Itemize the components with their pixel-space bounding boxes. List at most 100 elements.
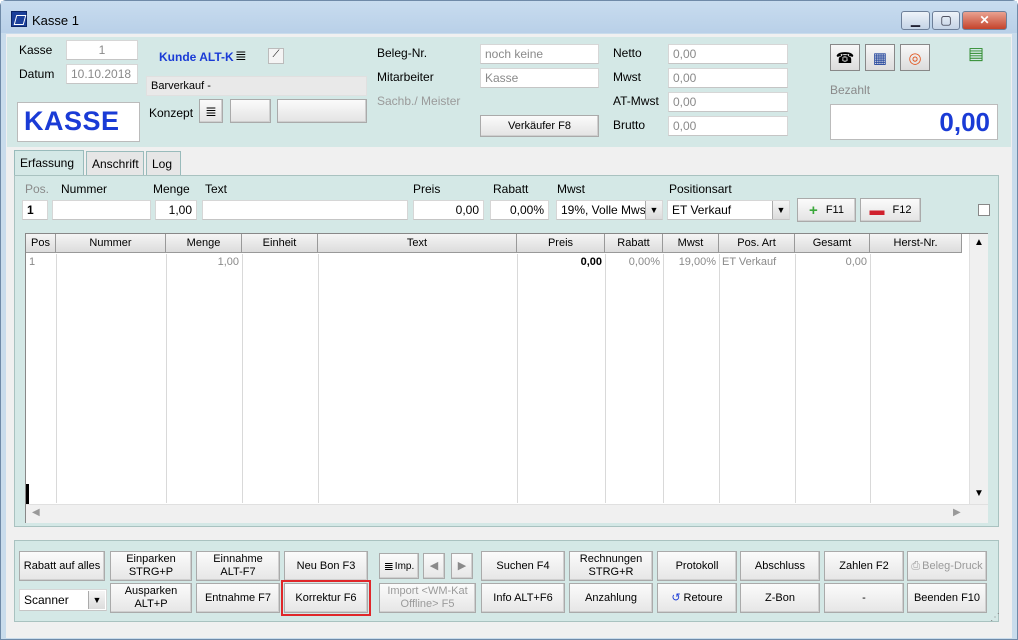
positionsart-dropdown-icon[interactable]: ▼ [772,201,789,219]
rabatt-field[interactable]: 0,00% [490,200,549,220]
konzept-list-icon[interactable]: ≣ [199,99,223,123]
col-header-herst[interactable]: Herst-Nr. [870,234,962,253]
info-button[interactable]: Info ALT+F6 [481,583,565,613]
col-header-menge[interactable]: Menge [166,234,242,253]
verkaeufer-button[interactable]: Verkäufer F8 [480,115,599,137]
tab-erfassung[interactable]: Erfassung [14,150,84,176]
einparken-line1: Einparken [126,553,176,565]
mwst-entry-label: Mwst [557,182,585,196]
einnahme-button[interactable]: Einnahme ALT-F7 [196,551,280,581]
protokoll-button[interactable]: Protokoll [657,551,737,581]
rabatt-alles-button[interactable]: Rabatt auf alles [19,551,105,581]
import-button[interactable]: Import <WM-Kat Offline> F5 [379,583,476,613]
scroll-down-icon[interactable]: ▼ [974,488,984,499]
col-header-nummer[interactable]: Nummer [56,234,166,253]
anzahlung-button[interactable]: Anzahlung [569,583,653,613]
mitarbeiter-field[interactable]: Kasse [480,68,599,88]
abschluss-button[interactable]: Abschluss [740,551,820,581]
mwst-dropdown-icon[interactable]: ▼ [645,201,662,219]
tab-log[interactable]: Log [146,151,181,176]
suchen-button[interactable]: Suchen F4 [481,551,565,581]
maximize-icon[interactable]: ▢ [932,11,960,30]
cell-mwst: 19,00% [678,256,716,268]
einparken-button[interactable]: Einparken STRG+P [110,551,192,581]
preis-field[interactable]: 0,00 [413,200,484,220]
vertical-scrollbar[interactable]: ▲ ▼ [969,234,988,504]
text-field[interactable] [202,200,408,220]
lifebuoy-icon[interactable]: ◎ [900,44,930,71]
imp-list-icon: ≣ [383,558,394,573]
neu-bon-button[interactable]: Neu Bon F3 [284,551,368,581]
checklist-icon[interactable]: ▤ [968,44,984,64]
menge-field[interactable]: 1,00 [155,200,197,220]
app-icon [11,11,27,27]
col-divider [719,254,720,503]
horizontal-scrollbar[interactable]: ◀ ▶ [26,504,988,523]
brutto-field: 0,00 [668,116,788,136]
pos-field[interactable]: 1 [22,200,48,220]
scroll-up-icon[interactable]: ▲ [974,237,984,248]
datum-field[interactable]: 10.10.2018 [66,64,138,84]
tab-anschrift[interactable]: Anschrift [86,151,144,176]
beenden-button[interactable]: Beenden F10 [907,583,987,613]
resize-grip-icon[interactable]: ⋰ [990,612,1000,623]
pos-label: Pos. [25,182,50,196]
empty-button[interactable]: - [824,583,904,613]
beleg-druck-button[interactable]: ⎙ Beleg-Druck [907,551,987,581]
scroll-right-icon[interactable]: ▶ [953,507,961,518]
col-header-text[interactable]: Text [318,234,517,253]
beleg-label: Beleg-Nr. [377,46,428,60]
kasse-big-title: KASSE [17,102,140,142]
korrektur-button[interactable]: Korrektur F6 [281,580,371,616]
import-line1: Import <WM-Kat [387,585,468,597]
calculator-icon[interactable]: ▦ [865,44,895,71]
undo-icon: ↺ [671,591,681,604]
scanner-dropdown-icon[interactable]: ▼ [88,591,105,609]
rechnungen-line1: Rechnungen [579,553,643,565]
atmwst-label: AT-Mwst [613,94,659,108]
zbon-button[interactable]: Z-Bon [740,583,820,613]
col-divider [242,254,243,503]
cell-gesamt: 0,00 [845,256,867,268]
col-header-posart[interactable]: Pos. Art [719,234,795,253]
einnahme-line1: Einnahme [213,553,263,565]
beleg-field[interactable]: noch keine [480,44,599,64]
kunde-name-field[interactable]: Barverkauf - [146,76,367,96]
col-divider [166,254,167,503]
col-header-pos[interactable]: Pos [26,234,56,253]
prev-arrow-icon[interactable]: ◀ [423,553,445,579]
col-header-einheit[interactable]: Einheit [242,234,318,253]
positions-table: Pos Nummer Menge Einheit Text Preis Raba… [25,233,988,523]
kunde-link[interactable]: Kunde ALT-K [159,50,234,64]
retoure-button[interactable]: ↺ Retoure [657,583,737,613]
phone-icon[interactable]: ☎ [830,44,860,71]
col-header-gesamt[interactable]: Gesamt [795,234,870,253]
col-header-preis[interactable]: Preis [517,234,605,253]
rechnungen-button[interactable]: Rechnungen STRG+R [569,551,653,581]
konzept-button-2[interactable] [277,99,367,123]
title-bar[interactable]: Kasse 1 ▁ ▢ ✕ [1,1,1017,33]
entnahme-button[interactable]: Entnahme F7 [196,583,280,613]
remove-position-button[interactable]: ▬ F12 [860,198,921,222]
atmwst-field: 0,00 [668,92,788,112]
next-arrow-icon[interactable]: ▶ [451,553,473,579]
add-position-button[interactable]: + F11 [797,198,856,222]
ausparken-button[interactable]: Ausparken ALT+P [110,583,192,613]
beleg-druck-label: Beleg-Druck [922,559,983,572]
konzept-button-1[interactable] [230,99,271,123]
close-icon[interactable]: ✕ [962,11,1007,30]
list-icon[interactable]: ≣ [235,47,247,64]
zahlen-button[interactable]: Zahlen F2 [824,551,904,581]
col-header-rabatt[interactable]: Rabatt [605,234,663,253]
imp-button[interactable]: ≣ Imp. [379,553,419,579]
cell-menge: 1,00 [217,256,239,268]
option-checkbox[interactable] [978,204,990,216]
minimize-icon[interactable]: ▁ [901,11,930,30]
edit-icon[interactable]: ⟋ [268,48,284,64]
printer-icon: ⎙ [911,559,921,572]
col-header-mwst[interactable]: Mwst [663,234,719,253]
scroll-left-icon[interactable]: ◀ [32,507,40,518]
netto-field: 0,00 [668,44,788,64]
nummer-field[interactable] [52,200,151,220]
kasse-field[interactable]: 1 [66,40,138,60]
